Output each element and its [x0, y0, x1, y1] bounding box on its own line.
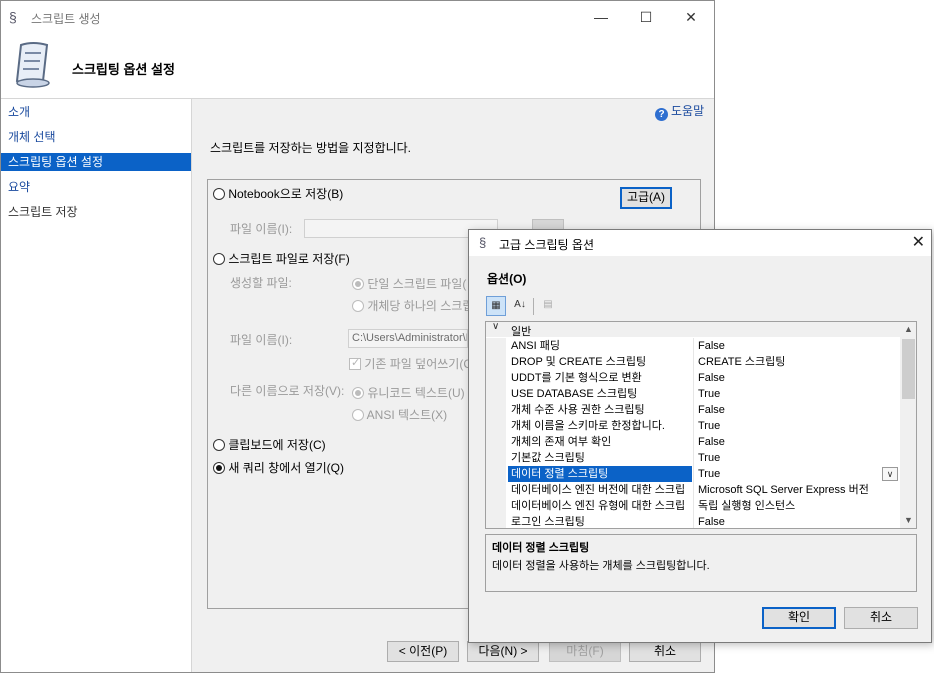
sidebar-item-save-script[interactable]: 스크립트 저장 — [1, 203, 191, 221]
property-row[interactable]: ANSI 패딩 False — [486, 338, 900, 354]
advanced-button[interactable]: 고급(A) — [620, 187, 672, 209]
property-pages-icon[interactable]: ▤ — [538, 296, 558, 316]
close-icon[interactable]: ✕ — [912, 232, 925, 252]
description-text: 데이터 정렬을 사용하는 개체를 스크립팅합니다. — [492, 560, 710, 572]
single-script-radio[interactable]: 단일 스크립트 파일( — [352, 275, 466, 292]
dialog-cancel-button[interactable]: 취소 — [844, 607, 918, 629]
overwrite-checkbox[interactable]: 기존 파일 덮어쓰기(C — [349, 355, 472, 372]
prev-button[interactable]: < 이전(P) — [387, 641, 459, 662]
finish-button[interactable]: 마침(F) — [549, 641, 621, 662]
sidebar-item-scripting-options[interactable]: 스크립팅 옵션 설정 — [1, 153, 191, 171]
property-row[interactable]: 개체의 존재 여부 확인 False — [486, 434, 900, 450]
property-grid: ∨ 일반 ANSI 패딩 False DROP 및 CREATE 스크립팅 CR… — [485, 321, 917, 529]
scroll-up-icon[interactable]: ▲ — [900, 322, 916, 337]
advanced-dialog-titlebar[interactable]: § 고급 스크립팅 옵션 ✕ — [469, 230, 931, 256]
script-file-radio[interactable]: 스크립트 파일로 저장(F) — [213, 250, 350, 267]
property-description: 데이터 정렬 스크립팅 데이터 정렬을 사용하는 개체를 스크립팅합니다. — [485, 534, 917, 592]
script-file-name-input[interactable]: C:\Users\Administrator\D — [348, 329, 468, 348]
main-titlebar[interactable]: § 스크립트 생성 — ☐ ✕ — [1, 1, 714, 33]
scroll-large-icon — [15, 42, 50, 88]
options-label: 옵션(O) — [487, 272, 527, 286]
property-row[interactable]: 기본값 스크립팅 True — [486, 450, 900, 466]
description-title: 데이터 정렬 스크립팅 — [492, 542, 590, 554]
category-row-general[interactable]: ∨ 일반 — [486, 322, 900, 338]
advanced-scripting-options-dialog: § 고급 스크립팅 옵션 ✕ 옵션(O) ▦ A↓ ▤ ∨ 일반 ANSI 패딩… — [468, 229, 932, 643]
scrollbar-thumb[interactable] — [902, 339, 915, 399]
property-row[interactable]: 개체 수준 사용 권한 스크립팅 False — [486, 402, 900, 418]
categorized-view-icon[interactable]: ▦ — [486, 296, 506, 316]
property-row[interactable]: USE DATABASE 스크립팅 True — [486, 386, 900, 402]
property-row-selected[interactable]: 데이터 정렬 스크립팅 True ∨ — [486, 466, 900, 482]
file-name-label-2: 파일 이름(I): — [230, 333, 293, 347]
help-link[interactable]: ? 도움말 — [655, 102, 704, 121]
sidebar-item-summary[interactable]: 요약 — [1, 178, 191, 196]
clipboard-radio[interactable]: 클립보드에 저장(C) — [213, 436, 326, 453]
alphabetical-sort-icon[interactable]: A↓ — [510, 296, 530, 316]
sidebar-item-intro[interactable]: 소개 — [1, 103, 191, 121]
save-as-label: 다른 이름으로 저장(V): — [230, 384, 345, 398]
property-row[interactable]: 로그인 스크립팅 False — [486, 514, 900, 528]
window-title: 스크립트 생성 — [31, 12, 101, 26]
property-row[interactable]: DROP 및 CREATE 스크립팅 CREATE 스크립팅 — [486, 354, 900, 370]
close-icon[interactable]: ✕ — [671, 1, 711, 33]
file-name-label: 파일 이름(I): — [230, 222, 293, 236]
property-row[interactable]: 개체 이름을 스키마로 한정합니다. True — [486, 418, 900, 434]
sidebar-item-select-objects[interactable]: 개체 선택 — [1, 128, 191, 146]
ansi-radio[interactable]: ANSI 텍스트(X) — [352, 406, 447, 423]
ok-button[interactable]: 확인 — [762, 607, 836, 629]
scroll-down-icon[interactable]: ▼ — [900, 513, 916, 528]
advanced-dialog-title: 고급 스크립팅 옵션 — [499, 238, 594, 252]
files-to-generate-label: 생성할 파일: — [230, 276, 292, 290]
wizard-sidebar: 소개 개체 선택 스크립팅 옵션 설정 요약 스크립트 저장 — [1, 99, 192, 672]
property-grid-toolbar: ▦ A↓ ▤ — [486, 296, 606, 318]
property-row[interactable]: 데이터베이스 엔진 유형에 대한 스크립 독립 실행형 인스턴스 — [486, 498, 900, 514]
instruction-text: 스크립트를 저장하는 방법을 지정합니다. — [210, 141, 412, 155]
help-icon: ? — [655, 108, 668, 121]
chevron-down-icon[interactable]: ∨ — [882, 467, 898, 481]
property-row[interactable]: 데이터베이스 엔진 버전에 대한 스크립 Microsoft SQL Serve… — [486, 482, 900, 498]
one-per-object-radio[interactable]: 개체당 하나의 스크립 — [352, 297, 473, 314]
property-grid-scrollbar[interactable]: ▲ ▼ — [900, 322, 916, 528]
page-title: 스크립팅 옵션 설정 — [72, 62, 175, 77]
minimize-icon[interactable]: — — [581, 1, 621, 33]
next-button[interactable]: 다음(N) > — [467, 641, 539, 662]
cancel-button[interactable]: 취소 — [629, 641, 701, 662]
property-row[interactable]: UDDT를 기본 형식으로 변환 False — [486, 370, 900, 386]
script-scroll-icon: § — [9, 9, 17, 25]
chevron-down-icon[interactable]: ∨ — [492, 322, 499, 332]
new-query-window-radio[interactable]: 새 쿼리 창에서 열기(Q) — [213, 459, 344, 476]
unicode-radio[interactable]: 유니코드 텍스트(U) — [352, 384, 465, 401]
script-scroll-icon: § — [479, 235, 487, 250]
wizard-header: 스크립팅 옵션 설정 — [1, 33, 714, 99]
maximize-icon[interactable]: ☐ — [626, 1, 666, 33]
notebook-radio[interactable]: Notebook으로 저장(B) — [213, 185, 343, 202]
